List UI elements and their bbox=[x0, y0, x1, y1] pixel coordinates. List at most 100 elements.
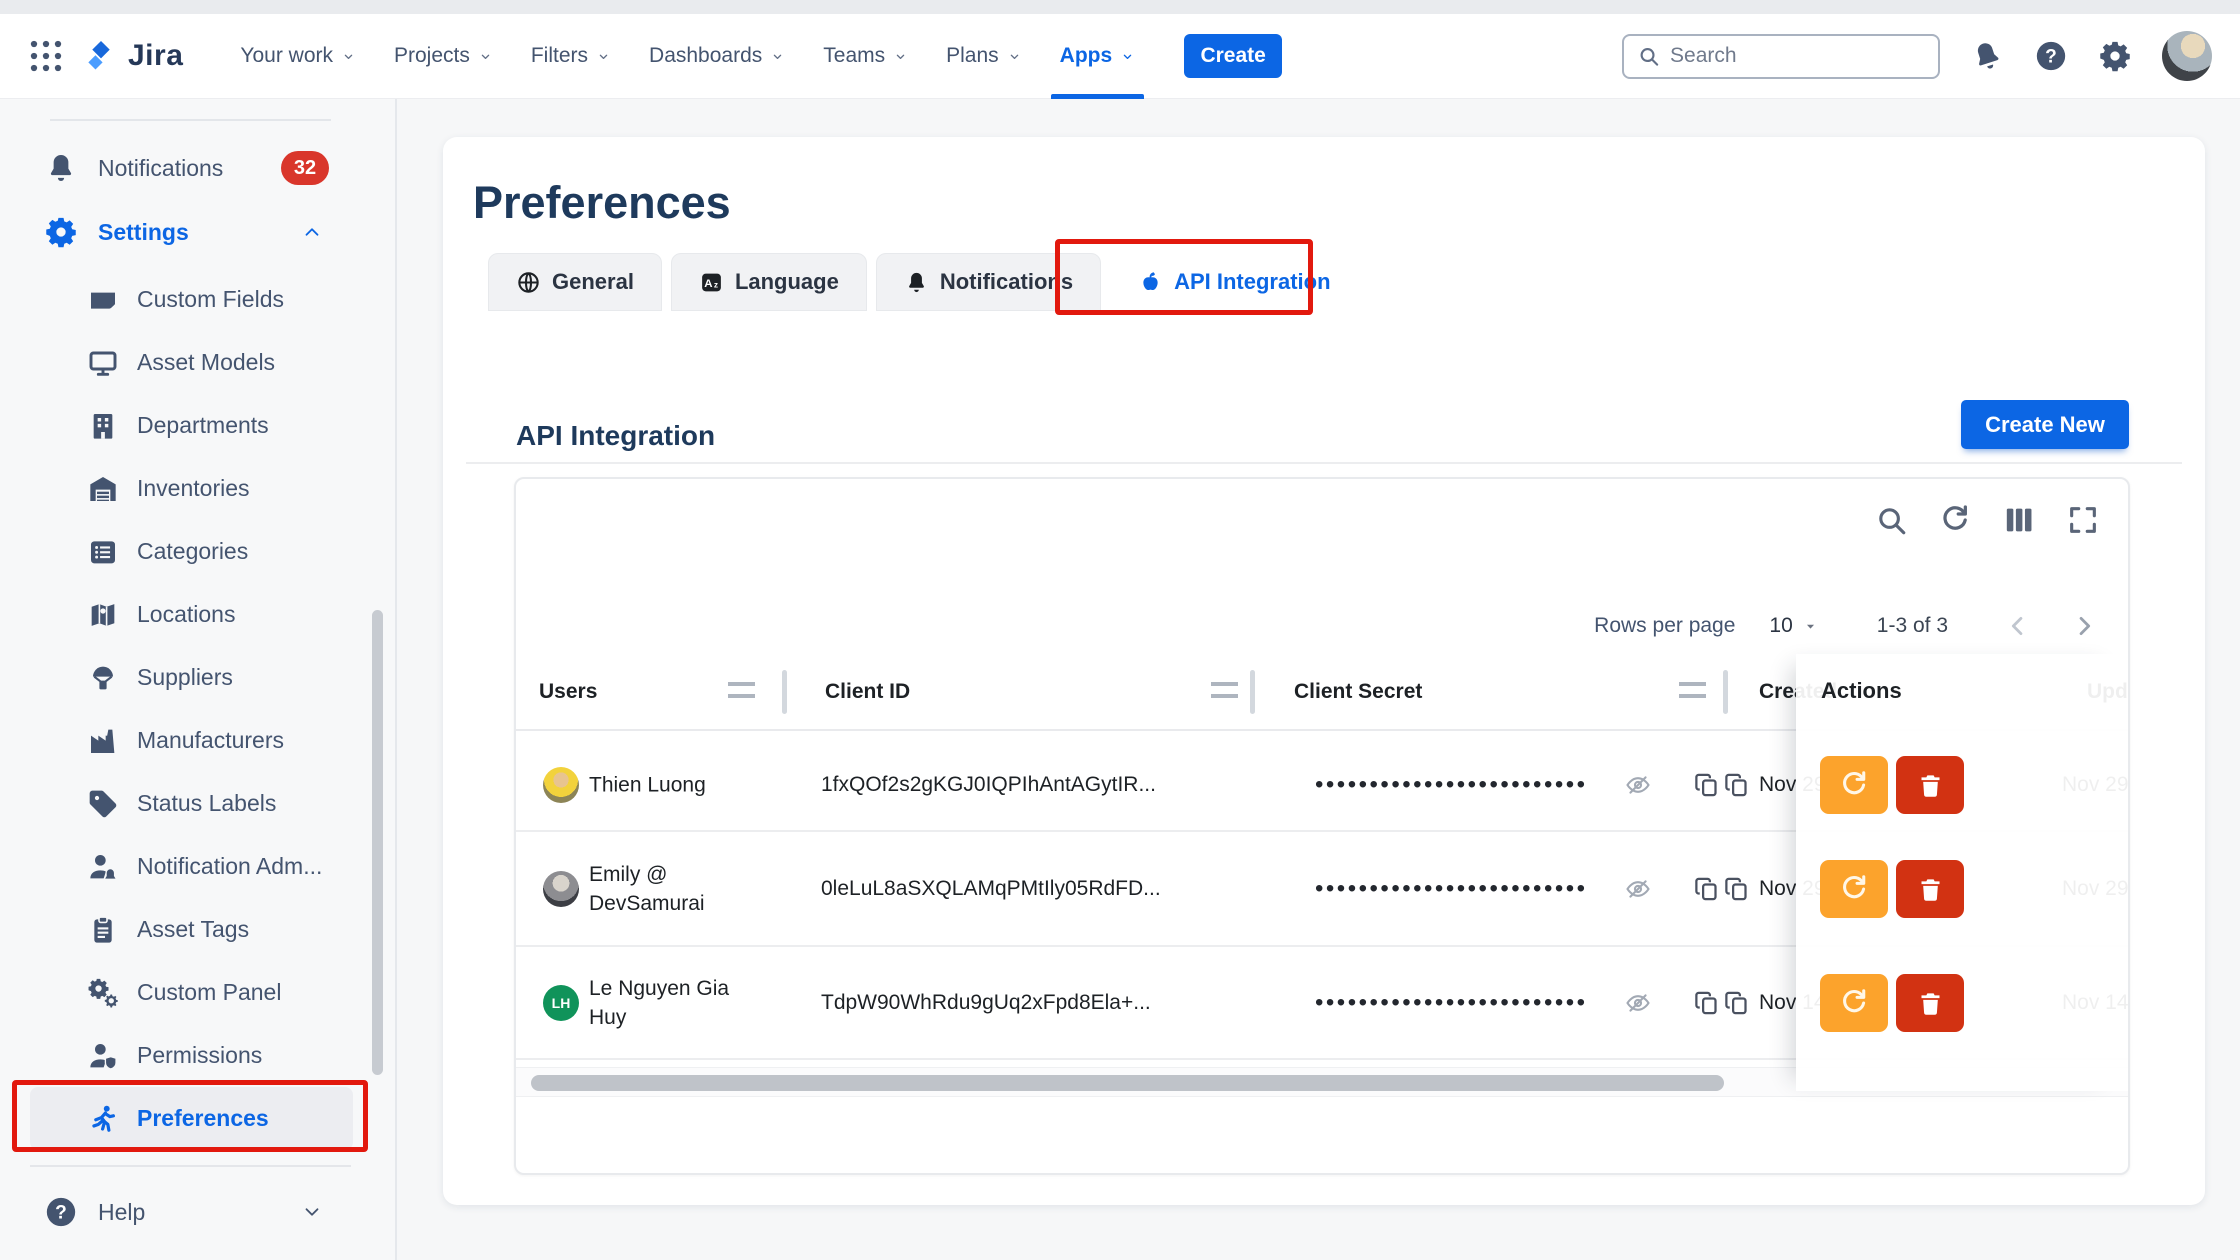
column-drag-handle-icon[interactable] bbox=[1679, 682, 1706, 698]
tab-notifications[interactable]: Notifications bbox=[876, 253, 1101, 311]
monitor-icon bbox=[87, 347, 119, 379]
caret-down-icon bbox=[1802, 618, 1819, 635]
sidebar-item-locations[interactable]: Locations bbox=[30, 583, 353, 646]
sidebar: Notifications 32 Settings Custom Fields … bbox=[0, 99, 397, 1260]
sidebar-item-custom-panel[interactable]: Custom Panel bbox=[30, 961, 353, 1024]
factory-icon bbox=[87, 725, 119, 757]
refresh-icon[interactable] bbox=[1938, 503, 1972, 537]
svg-text:?: ? bbox=[55, 1203, 67, 1224]
copy-client-secret-icon[interactable] bbox=[1693, 989, 1720, 1016]
sidebar-item-departments[interactable]: Departments bbox=[30, 394, 353, 457]
sidebar-item-permissions[interactable]: Permissions bbox=[30, 1024, 353, 1087]
preferences-tabs: General Az Language Notifications API In… bbox=[488, 253, 1359, 311]
user-avatar[interactable] bbox=[2162, 31, 2212, 81]
sidebar-item-custom-fields[interactable]: Custom Fields bbox=[30, 268, 353, 331]
nav-item-apps[interactable]: Apps bbox=[1041, 14, 1155, 99]
eye-off-icon[interactable] bbox=[1624, 771, 1652, 799]
column-header-client-id[interactable]: Client ID bbox=[825, 654, 910, 729]
trash-icon bbox=[1917, 772, 1944, 799]
user-name: Emily @DevSamurai bbox=[589, 860, 804, 918]
trash-icon bbox=[1917, 990, 1944, 1017]
rows-per-page-select[interactable]: 10 bbox=[1769, 614, 1818, 638]
sidebar-item-manufacturers[interactable]: Manufacturers bbox=[30, 709, 353, 772]
sidebar-item-suppliers[interactable]: Suppliers bbox=[30, 646, 353, 709]
nav-item-plans[interactable]: Plans bbox=[927, 14, 1041, 99]
create-new-button[interactable]: Create New bbox=[1961, 400, 2129, 449]
column-divider[interactable] bbox=[782, 670, 787, 714]
tab-general[interactable]: General bbox=[488, 253, 662, 311]
next-page-icon[interactable] bbox=[2070, 612, 2098, 640]
column-header-client-secret[interactable]: Client Secret bbox=[1294, 654, 1422, 729]
table-toolbar bbox=[1874, 503, 2100, 537]
section-divider bbox=[466, 462, 2182, 464]
notifications-bell-icon[interactable] bbox=[1970, 39, 2004, 73]
eye-off-icon[interactable] bbox=[1624, 875, 1652, 903]
regenerate-key-button[interactable] bbox=[1820, 974, 1888, 1032]
sidebar-item-preferences[interactable]: Preferences bbox=[30, 1087, 353, 1150]
create-button[interactable]: Create bbox=[1184, 34, 1282, 78]
sidebar-item-status-labels[interactable]: Status Labels bbox=[30, 772, 353, 835]
search-input[interactable] bbox=[1670, 44, 1925, 68]
delete-key-button[interactable] bbox=[1896, 756, 1964, 814]
top-navbar: Jira Your work Projects Filters Dashboar… bbox=[0, 14, 2240, 99]
warehouse-icon bbox=[87, 473, 119, 505]
sidebar-item-settings[interactable]: Settings bbox=[30, 204, 353, 260]
person-bell-icon bbox=[87, 851, 119, 883]
copy-client-secret-icon[interactable] bbox=[1693, 875, 1720, 902]
sidebar-item-notifications[interactable]: Notifications 32 bbox=[30, 140, 353, 196]
sidebar-item-asset-tags[interactable]: Asset Tags bbox=[30, 898, 353, 961]
user-name: Thien Luong bbox=[589, 770, 804, 799]
sidebar-item-notification-admins[interactable]: Notification Adm... bbox=[30, 835, 353, 898]
avatar bbox=[543, 871, 579, 907]
trash-icon bbox=[1917, 876, 1944, 903]
delete-key-button[interactable] bbox=[1896, 974, 1964, 1032]
eye-off-icon[interactable] bbox=[1624, 989, 1652, 1017]
help-icon[interactable]: ? bbox=[2034, 39, 2068, 73]
sidebar-item-categories[interactable]: Categories bbox=[30, 520, 353, 583]
copy-client-id-icon[interactable] bbox=[1723, 771, 1750, 798]
nav-item-teams[interactable]: Teams bbox=[804, 14, 927, 99]
view-columns-icon[interactable] bbox=[2002, 503, 2036, 537]
tab-language[interactable]: Az Language bbox=[671, 253, 867, 311]
sidebar-scrollbar[interactable] bbox=[372, 610, 383, 1075]
column-divider[interactable] bbox=[1723, 670, 1728, 714]
page-title: Preferences bbox=[473, 177, 731, 229]
delete-key-button[interactable] bbox=[1896, 860, 1964, 918]
settings-gear-icon[interactable] bbox=[2098, 39, 2132, 73]
column-header-users[interactable]: Users bbox=[539, 654, 597, 729]
tag-icon bbox=[87, 788, 119, 820]
nav-item-dashboards[interactable]: Dashboards bbox=[630, 14, 804, 99]
nav-item-filters[interactable]: Filters bbox=[512, 14, 630, 99]
column-drag-handle-icon[interactable] bbox=[728, 682, 755, 698]
chevron-down-icon bbox=[1120, 49, 1135, 64]
copy-client-id-icon[interactable] bbox=[1723, 875, 1750, 902]
sidebar-item-inventories[interactable]: Inventories bbox=[30, 457, 353, 520]
fullscreen-icon[interactable] bbox=[2066, 503, 2100, 537]
previous-page-icon[interactable] bbox=[2004, 612, 2032, 640]
regenerate-key-button[interactable] bbox=[1820, 860, 1888, 918]
jira-logo-text: Jira bbox=[128, 39, 183, 73]
app-switcher-icon[interactable] bbox=[28, 38, 64, 74]
apple-icon bbox=[1138, 270, 1163, 295]
sidebar-divider bbox=[30, 1165, 351, 1167]
svg-text:?: ? bbox=[2045, 47, 2057, 68]
regenerate-key-button[interactable] bbox=[1820, 756, 1888, 814]
primary-nav: Your work Projects Filters Dashboards Te… bbox=[221, 14, 1154, 99]
copy-client-id-icon[interactable] bbox=[1723, 989, 1750, 1016]
horizontal-scrollbar-thumb[interactable] bbox=[531, 1075, 1724, 1091]
column-divider[interactable] bbox=[1250, 670, 1255, 714]
column-drag-handle-icon[interactable] bbox=[1211, 682, 1238, 698]
jira-logo[interactable]: Jira bbox=[82, 37, 183, 75]
global-search[interactable] bbox=[1622, 34, 1940, 79]
nav-item-projects[interactable]: Projects bbox=[375, 14, 512, 99]
search-icon[interactable] bbox=[1874, 503, 1908, 537]
client-id-value: TdpW90WhRdu9gUq2xFpd8Ela+... bbox=[821, 991, 1151, 1015]
client-secret-mask: ••••••••••••••••••••••••• bbox=[1315, 875, 1588, 903]
section-heading: API Integration bbox=[516, 420, 715, 452]
sidebar-item-asset-models[interactable]: Asset Models bbox=[30, 331, 353, 394]
sidebar-item-help[interactable]: ? Help bbox=[30, 1184, 353, 1240]
nav-item-your-work[interactable]: Your work bbox=[221, 14, 375, 99]
jira-logo-icon bbox=[82, 37, 120, 75]
tab-api-integration[interactable]: API Integration bbox=[1110, 253, 1358, 311]
copy-client-secret-icon[interactable] bbox=[1693, 771, 1720, 798]
